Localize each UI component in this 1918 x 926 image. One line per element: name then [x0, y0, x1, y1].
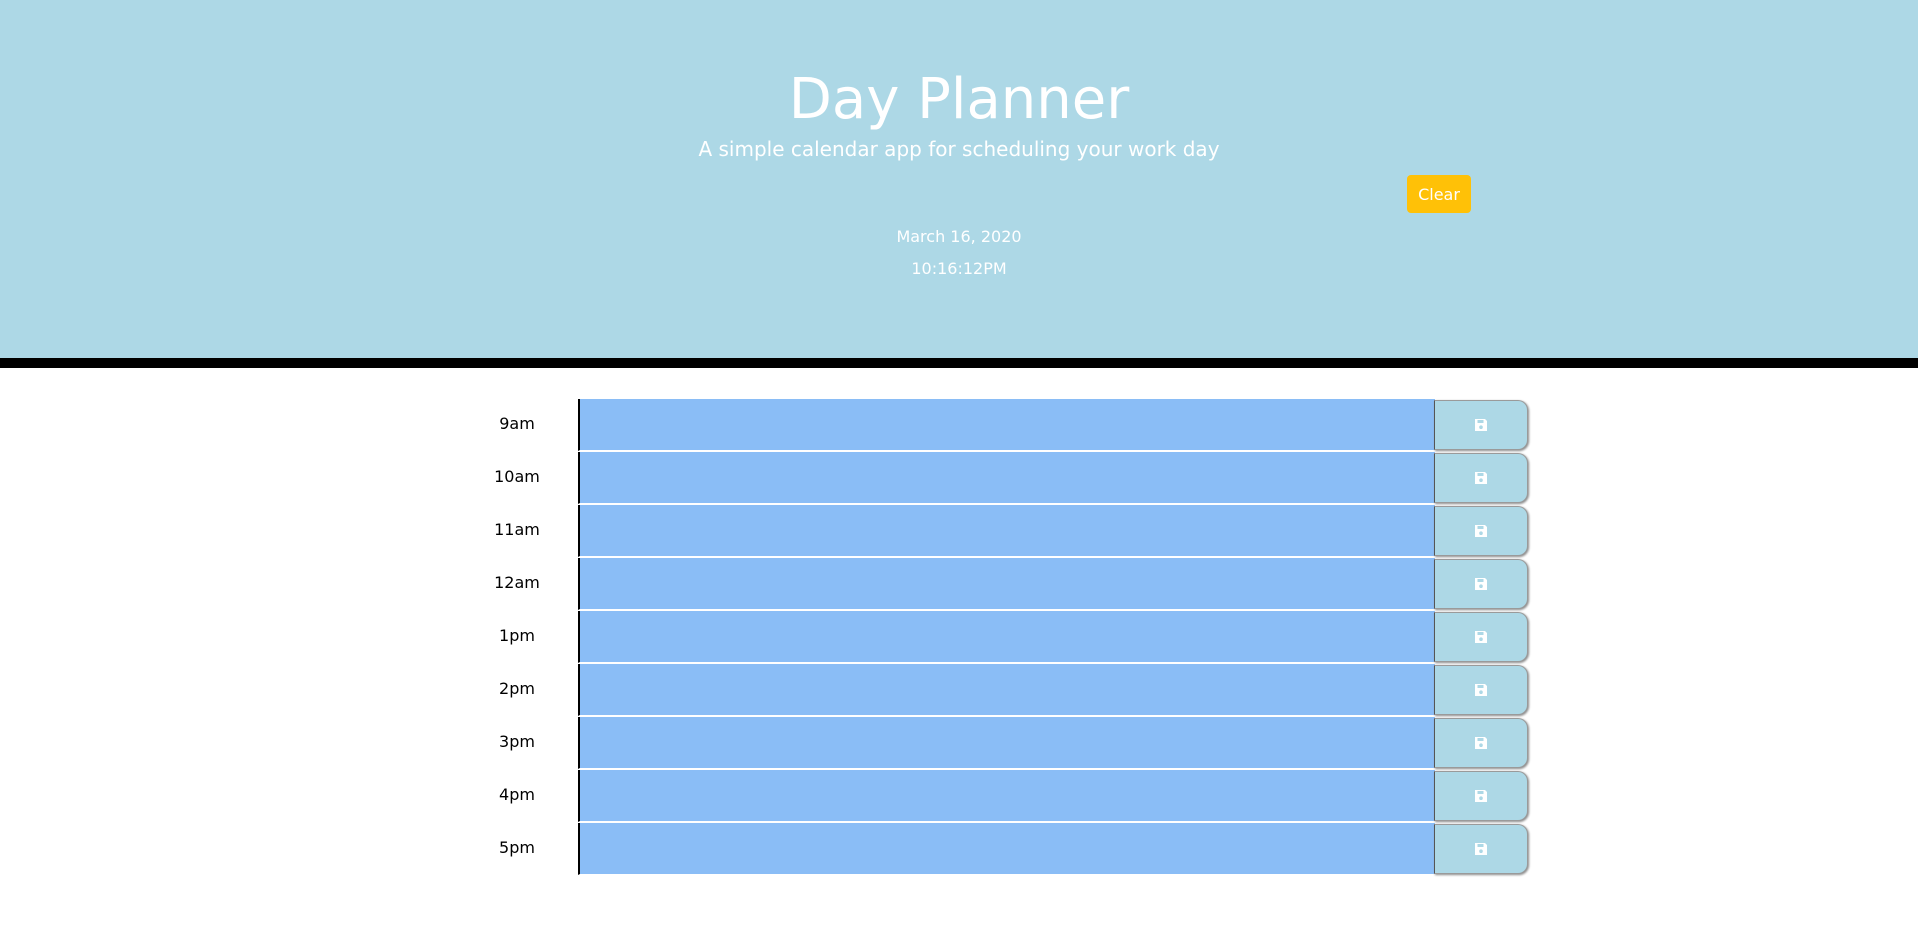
- save-button[interactable]: [1434, 665, 1528, 715]
- save-button[interactable]: [1434, 506, 1528, 556]
- page-subtitle: A simple calendar app for scheduling you…: [698, 137, 1220, 161]
- planner-container: 9am 10am 11am 12am 1pm 2pm 3pm 4pm 5pm: [0, 399, 1918, 876]
- event-input[interactable]: [578, 399, 1435, 451]
- event-input[interactable]: [578, 664, 1435, 716]
- current-date: March 16, 2020: [896, 227, 1022, 246]
- time-block-row: 1pm: [0, 611, 1918, 664]
- event-input[interactable]: [578, 505, 1435, 557]
- floppy-disk-icon: [1474, 577, 1488, 591]
- time-block-row: 11am: [0, 505, 1918, 558]
- time-block-row: 2pm: [0, 664, 1918, 717]
- event-input[interactable]: [578, 823, 1435, 875]
- hour-label: 10am: [494, 467, 540, 486]
- event-input[interactable]: [578, 770, 1435, 822]
- clear-button[interactable]: Clear: [1407, 175, 1471, 213]
- time-block-row: 5pm: [0, 823, 1918, 876]
- save-button[interactable]: [1434, 453, 1528, 503]
- event-input[interactable]: [578, 452, 1435, 504]
- time-block-row: 4pm: [0, 770, 1918, 823]
- event-input[interactable]: [578, 558, 1435, 610]
- floppy-disk-icon: [1474, 630, 1488, 644]
- floppy-disk-icon: [1474, 842, 1488, 856]
- time-block-row: 10am: [0, 452, 1918, 505]
- save-button[interactable]: [1434, 559, 1528, 609]
- time-block-row: 3pm: [0, 717, 1918, 770]
- floppy-disk-icon: [1474, 683, 1488, 697]
- save-button[interactable]: [1434, 400, 1528, 450]
- time-block-row: 9am: [0, 399, 1918, 452]
- floppy-disk-icon: [1474, 471, 1488, 485]
- event-input[interactable]: [578, 717, 1435, 769]
- floppy-disk-icon: [1474, 736, 1488, 750]
- hour-label: 9am: [499, 414, 535, 433]
- floppy-disk-icon: [1474, 524, 1488, 538]
- save-button[interactable]: [1434, 824, 1528, 874]
- floppy-disk-icon: [1474, 418, 1488, 432]
- hour-label: 3pm: [499, 732, 535, 751]
- time-block-row: 12am: [0, 558, 1918, 611]
- save-button[interactable]: [1434, 771, 1528, 821]
- hour-label: 4pm: [499, 785, 535, 804]
- page-header: Day Planner A simple calendar app for sc…: [0, 0, 1918, 368]
- save-button[interactable]: [1434, 612, 1528, 662]
- hour-label: 2pm: [499, 679, 535, 698]
- floppy-disk-icon: [1474, 789, 1488, 803]
- hour-label: 1pm: [499, 626, 535, 645]
- hour-label: 5pm: [499, 838, 535, 857]
- save-button[interactable]: [1434, 718, 1528, 768]
- hour-label: 12am: [494, 573, 540, 592]
- page-title: Day Planner: [788, 67, 1130, 132]
- hour-label: 11am: [494, 520, 540, 539]
- event-input[interactable]: [578, 611, 1435, 663]
- current-time: 10:16:12PM: [911, 259, 1007, 278]
